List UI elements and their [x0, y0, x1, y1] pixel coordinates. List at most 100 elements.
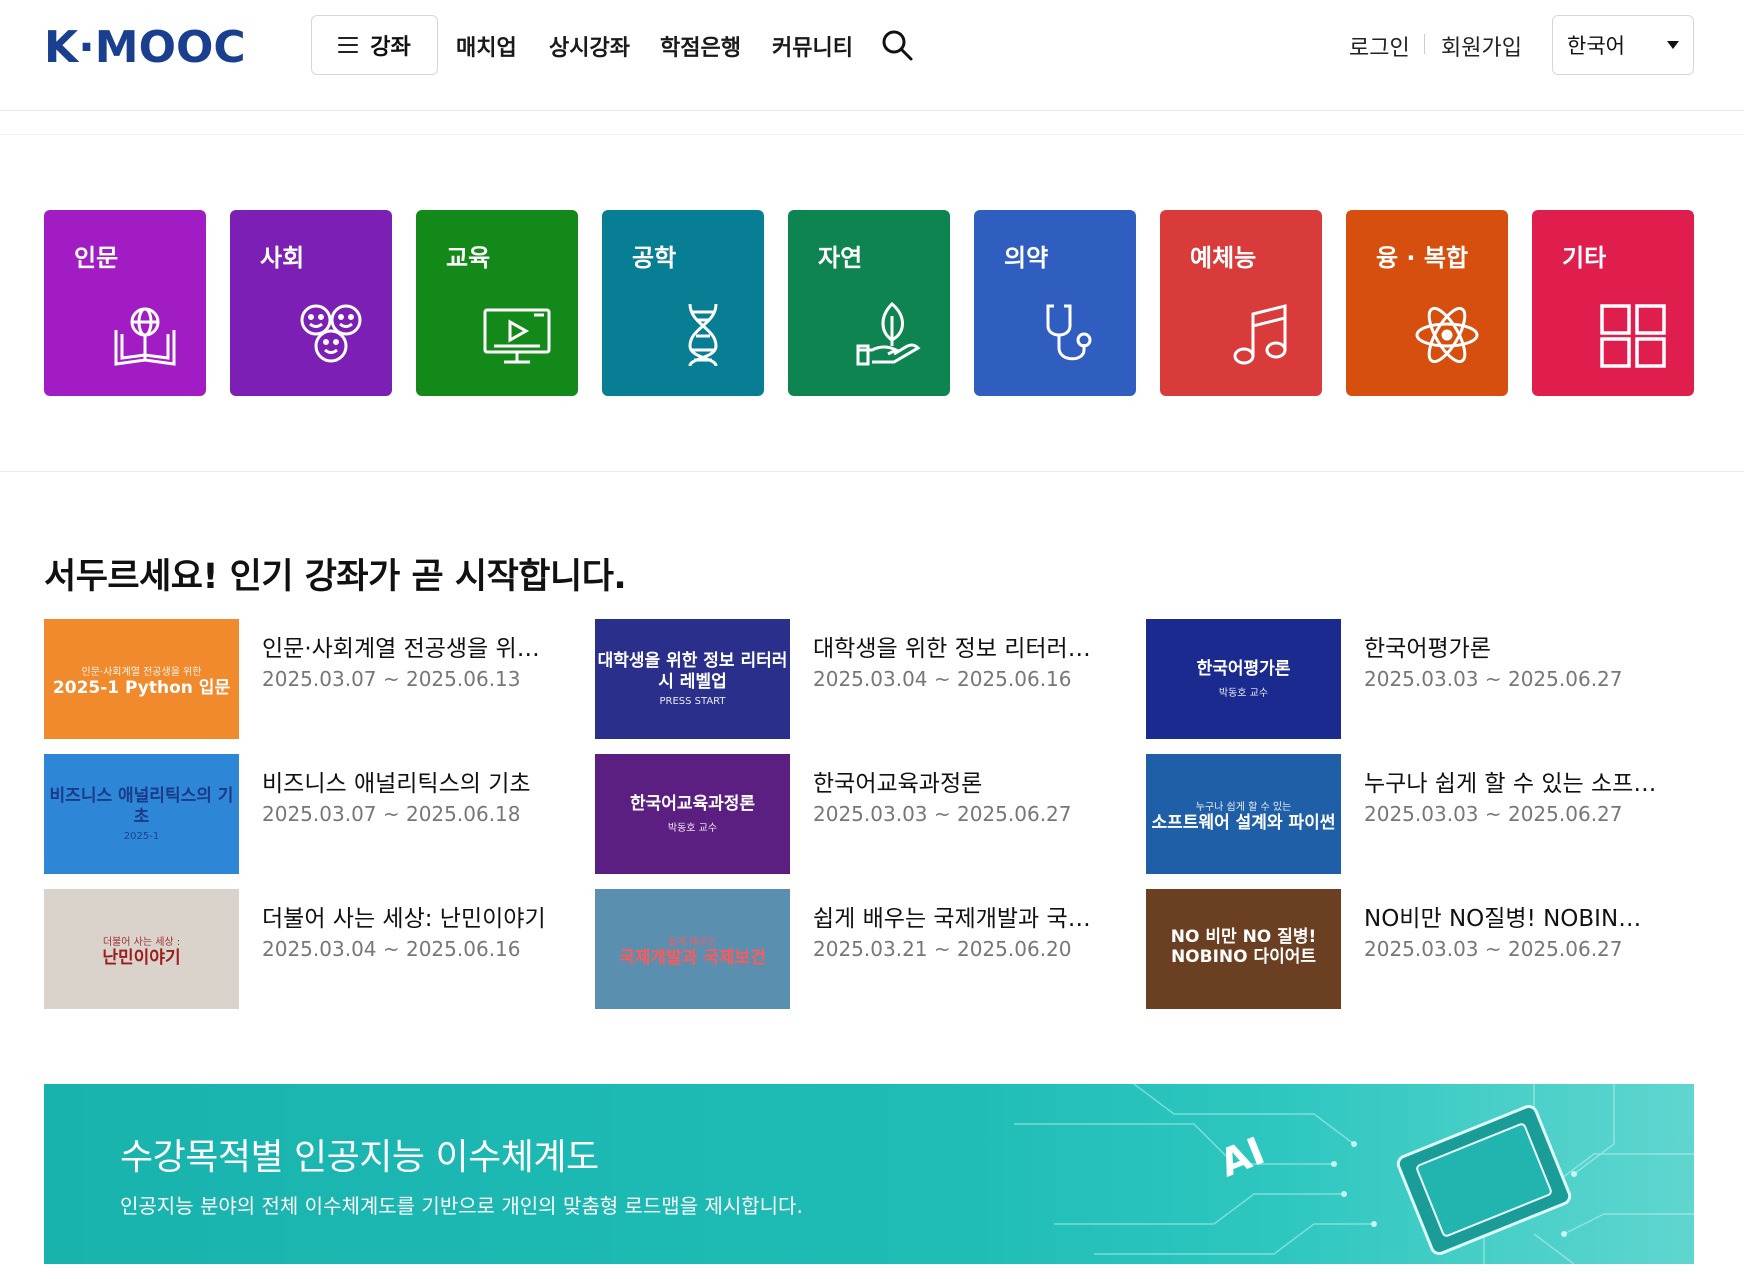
course-thumbnail: 비즈니스 애널리틱스의 기초 2025-1 [44, 754, 239, 874]
thumb-subtext: 박동호 교수 [1218, 687, 1269, 699]
course-menu-button[interactable]: 강좌 [311, 15, 438, 75]
popular-section-title: 서두르세요! 인기 강좌가 곧 시작합니다. [44, 557, 627, 597]
category-label: 교육 [446, 244, 491, 272]
thumb-text: 대학생을 위한 정보 리터러시 레벨업 [597, 651, 788, 692]
banner-title: 수강목적별 인공지능 이수체계도 [120, 1137, 599, 1178]
course-title: 더불어 사는 세상: 난민이야기 [262, 906, 546, 932]
thumb-subtext: 더불어 사는 세상 : [102, 937, 181, 949]
course-title: 한국어평가론 [1364, 636, 1491, 662]
course-card[interactable]: 더불어 사는 세상 : 난민이야기 더불어 사는 세상: 난민이야기 2025.0… [44, 889, 574, 1009]
course-thumbnail: 한국어평가론박동호 교수 [1146, 619, 1341, 739]
kmooc-logo[interactable]: K·MOOC [44, 22, 254, 70]
course-card[interactable]: 대학생을 위한 정보 리터러시 레벨업 PRESS START 대학생을 위한 정… [595, 619, 1125, 739]
signup-link[interactable]: 회원가입 [1441, 30, 1522, 62]
course-card[interactable]: 인문·사회계열 전공생을 위한 2025-1 Python 입문 인문·사회계열 … [44, 619, 574, 739]
video-lecture-icon [482, 300, 552, 370]
grid-icon [1598, 300, 1668, 370]
course-thumbnail: 대학생을 위한 정보 리터러시 레벨업 PRESS START [595, 619, 790, 739]
thumb-text: NO 비만 NO 질병! NOBINO 다이어트 [1170, 926, 1317, 967]
thumb-text: 국제개발과 국제보건 [619, 948, 766, 969]
course-title: NO비만 NO질병! NOBINO 다이어트 [1364, 906, 1659, 932]
thumb-subtext: 인문·사회계열 전공생을 위한 [81, 667, 202, 679]
course-thumbnail: 한국어교육과정론박동호 교수 [595, 754, 790, 874]
category-natural-science[interactable]: 자연 [788, 210, 950, 396]
category-label: 인문 [74, 244, 119, 272]
category-tiles: 인문 사회 교육 공학 자연 의약 예체능 융 · 복합 기타 [44, 210, 1694, 396]
category-label: 융 · 복합 [1376, 244, 1469, 272]
course-title: 누구나 쉽게 할 수 있는 소프트웨어 설계와 파이썬 [1364, 771, 1659, 797]
course-date: 2025.03.04 ~ 2025.06.16 [813, 667, 1072, 691]
thumb-subtext: 박동호 교수 [667, 822, 718, 834]
course-thumbnail: 인문·사회계열 전공생을 위한 2025-1 Python 입문 [44, 619, 239, 739]
course-title: 한국어교육과정론 [813, 771, 983, 797]
category-etc[interactable]: 기타 [1532, 210, 1694, 396]
language-select[interactable]: 한국어 [1552, 15, 1694, 75]
thumb-text: 소프트웨어 설계와 파이썬 [1151, 813, 1336, 834]
link-separator [1424, 34, 1425, 54]
atom-icon [1412, 300, 1482, 370]
thumb-text: 한국어평가론 [1196, 659, 1291, 680]
ai-chip-text: AI [1214, 1128, 1271, 1185]
course-card[interactable]: 누구나 쉽게 할 수 있는 소프트웨어 설계와 파이썬 누구나 쉽게 할 수 있는… [1146, 754, 1676, 874]
course-thumbnail: 쉽게 배우는 국제개발과 국제보건 [595, 889, 790, 1009]
category-education[interactable]: 교육 [416, 210, 578, 396]
nav-community[interactable]: 커뮤니티 [772, 30, 853, 62]
thumb-text: 비즈니스 애널리틱스의 기초 [49, 786, 234, 827]
course-card[interactable]: 쉽게 배우는 국제개발과 국제보건 쉽게 배우는 국제개발과 국제보건 2025.… [595, 889, 1125, 1009]
thumb-subtext: PRESS START [659, 695, 726, 707]
thumb-subtext: 누구나 쉽게 할 수 있는 [1195, 802, 1292, 814]
logo-text: K·MOOC [44, 22, 246, 70]
course-card[interactable]: 비즈니스 애널리틱스의 기초 2025-1 비즈니스 애널리틱스의 기초 2025… [44, 754, 574, 874]
login-link[interactable]: 로그인 [1349, 30, 1410, 62]
leaf-hand-icon [854, 300, 924, 370]
banner-subtitle: 인공지능 분야의 전체 이수체계도를 기반으로 개인의 맞춤형 로드맵을 제시합… [120, 1194, 803, 1218]
course-thumbnail: 누구나 쉽게 할 수 있는 소프트웨어 설계와 파이썬 [1146, 754, 1341, 874]
category-arts-sports[interactable]: 예체능 [1160, 210, 1322, 396]
category-social[interactable]: 사회 [230, 210, 392, 396]
hamburger-icon [338, 37, 359, 53]
header-divider [0, 134, 1744, 135]
course-date: 2025.03.07 ~ 2025.06.13 [262, 667, 521, 691]
course-date: 2025.03.21 ~ 2025.06.20 [813, 937, 1072, 961]
thumb-text: 2025-1 Python 입문 [52, 678, 231, 699]
course-title: 대학생을 위한 정보 리터러시 레벨업 [813, 636, 1108, 662]
thumb-subtext: 2025-1 [123, 830, 160, 842]
course-date: 2025.03.03 ~ 2025.06.27 [813, 802, 1072, 826]
category-label: 공학 [632, 244, 677, 272]
nav-credit-bank[interactable]: 학점은행 [660, 30, 741, 62]
course-date: 2025.03.03 ~ 2025.06.27 [1364, 937, 1623, 961]
thumb-text: 난민이야기 [102, 948, 181, 969]
ai-curriculum-banner[interactable]: AI 수강목적별 인공지능 이수체계도 인공지능 분야의 전체 이수체계도를 기… [44, 1084, 1694, 1264]
course-menu-label: 강좌 [370, 35, 411, 60]
course-date: 2025.03.03 ~ 2025.06.27 [1364, 802, 1623, 826]
stethoscope-icon [1040, 300, 1110, 370]
course-card[interactable]: 한국어평가론박동호 교수 한국어평가론 2025.03.03 ~ 2025.06… [1146, 619, 1676, 739]
book-globe-icon [110, 300, 180, 370]
language-value: 한국어 [1567, 34, 1625, 58]
nav-always-course[interactable]: 상시강좌 [549, 30, 630, 62]
category-medicine[interactable]: 의약 [974, 210, 1136, 396]
category-convergence[interactable]: 융 · 복합 [1346, 210, 1508, 396]
category-label: 기타 [1562, 244, 1607, 272]
site-header: K·MOOC 강좌 매치업 상시강좌 학점은행 커뮤니티 로그인 회원가입 한국… [0, 0, 1744, 111]
thumb-subtext: 쉽게 배우는 [667, 937, 718, 949]
course-card[interactable]: 한국어교육과정론박동호 교수 한국어교육과정론 2025.03.03 ~ 202… [595, 754, 1125, 874]
category-humanities[interactable]: 인문 [44, 210, 206, 396]
search-icon[interactable] [880, 28, 914, 62]
category-label: 예체능 [1190, 244, 1257, 272]
category-engineering[interactable]: 공학 [602, 210, 764, 396]
course-card[interactable]: NO 비만 NO 질병! NOBINO 다이어트 NO비만 NO질병! NOBI… [1146, 889, 1676, 1009]
course-date: 2025.03.07 ~ 2025.06.18 [262, 802, 521, 826]
nav-matchup[interactable]: 매치업 [456, 30, 517, 62]
section-divider [0, 471, 1744, 472]
music-note-icon [1226, 300, 1296, 370]
circuit-chip-illustration [1014, 1084, 1694, 1264]
ai-chip-label: AI [1214, 1128, 1271, 1185]
course-date: 2025.03.03 ~ 2025.06.27 [1364, 667, 1623, 691]
thumb-text: 한국어교육과정론 [629, 794, 756, 815]
course-title: 인문·사회계열 전공생을 위한 Python 입문 [262, 636, 557, 662]
course-date: 2025.03.04 ~ 2025.06.16 [262, 937, 521, 961]
people-faces-icon [296, 300, 366, 370]
course-title: 비즈니스 애널리틱스의 기초 [262, 771, 531, 797]
caret-down-icon [1667, 41, 1679, 49]
